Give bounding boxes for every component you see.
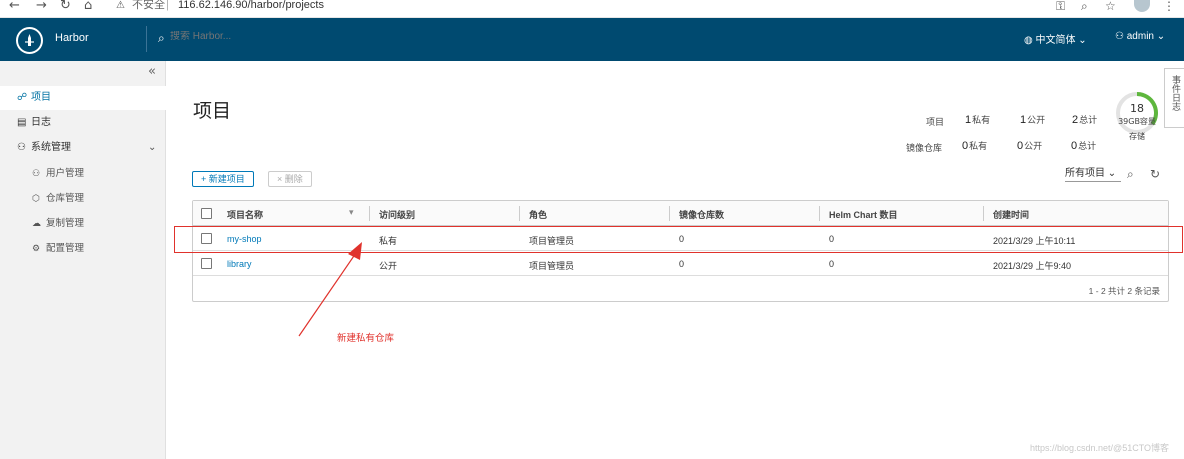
collapse-sidebar-icon[interactable]: « bbox=[148, 64, 156, 79]
stat-repo-public: 0公开 bbox=[1017, 140, 1043, 152]
chevron-down-icon: ⌄ bbox=[1075, 35, 1087, 46]
user-icon: ⚇ bbox=[1115, 31, 1127, 42]
chevron-down-icon: ⌄ bbox=[1105, 168, 1117, 179]
header-repo-count[interactable]: 镜像仓库数 bbox=[679, 208, 724, 221]
url-separator: | bbox=[166, 0, 169, 11]
cloud-icon: ☁ bbox=[32, 218, 41, 228]
row-checkbox[interactable] bbox=[201, 258, 212, 269]
sidebar-item-config[interactable]: ⚙ 配置管理 bbox=[0, 236, 166, 260]
chevron-down-icon[interactable]: ⌄ bbox=[148, 136, 156, 160]
header-divider bbox=[146, 26, 147, 52]
profile-avatar[interactable] bbox=[1134, 0, 1150, 12]
header-helm[interactable]: Helm Chart 数目 bbox=[829, 208, 898, 221]
table-header: 项目名称 ▾ 访问级别 角色 镜像仓库数 Helm Chart 数目 创建时间 bbox=[193, 201, 1168, 226]
globe-icon: ◍ bbox=[1024, 35, 1036, 46]
browser-toolbar: ← → ↻ ⌂ ⚠ 不安全 | 116.62.146.90/harbor/pro… bbox=[0, 0, 1184, 18]
back-icon[interactable]: ← bbox=[9, 0, 20, 18]
chevron-down-icon: ⌄ bbox=[1154, 31, 1166, 42]
watermark: https://blog.csdn.net/@51CTO博客 bbox=[1030, 443, 1170, 453]
sidebar-item-admin[interactable]: ⚇ 系统管理 ⌄ bbox=[0, 136, 166, 160]
search-input[interactable] bbox=[170, 31, 320, 42]
role: 项目管理员 bbox=[529, 261, 575, 271]
project-name-link[interactable]: library bbox=[227, 259, 252, 269]
forward-icon[interactable]: → bbox=[36, 0, 47, 18]
created-time: 2021/3/29 上午9:40 bbox=[993, 261, 1072, 271]
sidebar-item-logs[interactable]: ▤ 日志 bbox=[0, 111, 166, 135]
event-log-tab[interactable]: 事件日志 bbox=[1164, 68, 1184, 128]
stat-project-total: 2总计 bbox=[1072, 114, 1098, 126]
column-divider bbox=[983, 206, 984, 221]
storage-capacity: 39GB容量 bbox=[1118, 117, 1156, 126]
stat-project-public: 1公开 bbox=[1020, 114, 1046, 126]
header-created[interactable]: 创建时间 bbox=[993, 208, 1029, 221]
sidebar-item-registries[interactable]: ⬡ 仓库管理 bbox=[0, 186, 166, 210]
users-icon: ⚇ bbox=[32, 168, 41, 178]
sidebar-item-replication[interactable]: ☁ 复制管理 bbox=[0, 211, 166, 235]
stats-repos-label: 镜像仓库 bbox=[906, 143, 943, 153]
stat-repo-private: 0私有 bbox=[962, 140, 988, 152]
brand-name[interactable]: Harbor bbox=[55, 32, 89, 44]
delete-button[interactable]: × 删除 bbox=[268, 171, 312, 187]
pagination-summary: 1 - 2 共计 2 条记录 bbox=[1088, 286, 1160, 296]
stats-projects-label: 项目 bbox=[926, 117, 945, 127]
sidebar-item-users[interactable]: ⚇ 用户管理 bbox=[0, 161, 166, 185]
header-access[interactable]: 访问级别 bbox=[379, 208, 415, 221]
projects-icon: ☍ bbox=[17, 92, 28, 103]
admin-icon: ⚇ bbox=[17, 142, 26, 153]
zoom-icon[interactable]: ⌕ bbox=[1081, 0, 1088, 12]
page-title: 项目 bbox=[193, 101, 232, 122]
helm-count: 0 bbox=[829, 259, 835, 269]
gear-icon: ⚙ bbox=[32, 243, 41, 253]
storage-label: 存储 bbox=[1129, 132, 1145, 141]
insecure-label: 不安全 bbox=[132, 0, 165, 11]
menu-icon[interactable]: ⋮ bbox=[1163, 0, 1175, 12]
stat-project-private: 1私有 bbox=[965, 114, 991, 126]
home-icon[interactable]: ⌂ bbox=[84, 0, 92, 18]
column-divider bbox=[519, 206, 520, 221]
sidebar-item-projects[interactable]: ☍ 项目 bbox=[0, 86, 166, 110]
search-icon[interactable]: ⌕ bbox=[158, 31, 165, 46]
filter-icon[interactable]: ▾ bbox=[349, 207, 354, 218]
storage-count: 18 bbox=[1130, 102, 1144, 115]
annotation-arrow bbox=[298, 242, 362, 337]
stat-repo-total: 0总计 bbox=[1071, 140, 1097, 152]
annotation-text: 新建私有仓库 bbox=[337, 333, 395, 344]
access-level: 公开 bbox=[379, 261, 398, 271]
sidebar: « ☍ 项目 ▤ 日志 ⚇ 系统管理 ⌄ ⚇ 用户管理 ⬡ 仓库管理 ☁ 复制管理 ⚙ 配置管… bbox=[0, 61, 166, 459]
star-icon[interactable]: ☆ bbox=[1105, 0, 1116, 12]
new-project-button[interactable]: + 新建项目 bbox=[192, 171, 254, 187]
box-icon: ⬡ bbox=[32, 193, 40, 203]
column-divider bbox=[819, 206, 820, 221]
project-filter-select[interactable]: 所有项目 ⌄ bbox=[1065, 166, 1121, 182]
column-divider bbox=[369, 206, 370, 221]
key-icon[interactable]: ⚿ bbox=[1056, 0, 1065, 12]
column-divider bbox=[669, 206, 670, 221]
repo-count: 0 bbox=[679, 259, 685, 269]
reload-icon[interactable]: ↻ bbox=[60, 0, 71, 18]
language-selector[interactable]: ◍ 中文简体 ⌄ bbox=[1024, 31, 1087, 46]
address-bar[interactable]: 116.62.146.90/harbor/projects bbox=[178, 0, 324, 14]
select-all-checkbox[interactable] bbox=[201, 208, 212, 219]
user-menu[interactable]: ⚇ admin ⌄ bbox=[1115, 31, 1165, 42]
app-header: Harbor ⌕ ◍ 中文简体 ⌄ ⚇ admin ⌄ bbox=[0, 18, 1184, 61]
warning-icon: ⚠ bbox=[116, 0, 125, 11]
header-name[interactable]: 项目名称 bbox=[227, 208, 263, 221]
refresh-icon[interactable]: ↻ bbox=[1150, 167, 1160, 181]
logs-icon: ▤ bbox=[17, 117, 27, 128]
harbor-logo[interactable] bbox=[16, 27, 43, 54]
search-icon[interactable]: ⌕ bbox=[1127, 167, 1134, 182]
header-role[interactable]: 角色 bbox=[529, 208, 547, 221]
